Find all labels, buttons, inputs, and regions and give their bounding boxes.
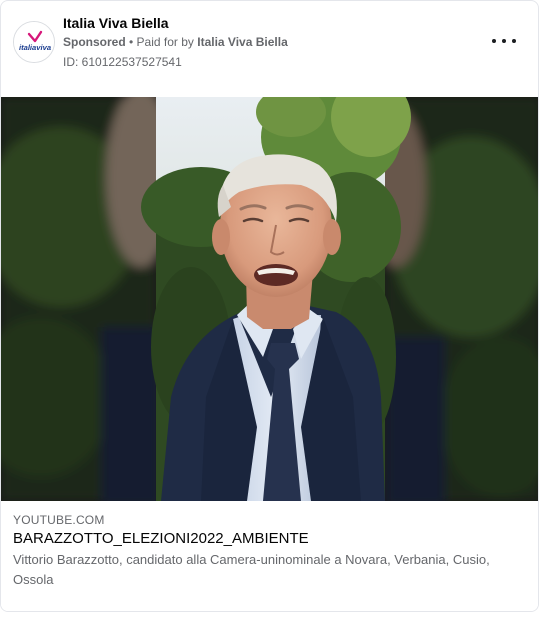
ad-header: italiaviva Italia Viva Biella Sponsored … [1,1,538,97]
link-preview[interactable]: YOUTUBE.COM BARAZZOTTO_ELEZIONI2022_AMBI… [1,501,538,611]
link-description: Vittorio Barazzotto, candidato alla Came… [13,552,490,587]
paid-for-name[interactable]: Italia Viva Biella [197,35,288,49]
ad-card: italiaviva Italia Viva Biella Sponsored … [0,0,539,612]
page-avatar[interactable]: italiaviva [13,21,55,63]
paid-for-prefix: Paid for by [136,35,198,49]
sponsored-label: Sponsored [63,35,126,49]
italia-viva-logo: italiaviva [14,22,54,62]
link-domain: YOUTUBE.COM [13,513,105,527]
more-options-icon[interactable] [492,31,516,51]
meta-separator: • [125,35,137,49]
video-frame [1,97,538,501]
logo-wordmark: italiaviva [19,43,51,52]
center-video-frame [141,97,411,501]
page-name[interactable]: Italia Viva Biella [63,15,169,31]
ad-id: ID: 610122537527541 [63,55,182,69]
video-thumbnail[interactable] [1,97,538,501]
sponsored-meta: Sponsored • Paid for by Italia Viva Biel… [63,35,288,49]
link-title[interactable]: BARAZZOTTO_ELEZIONI2022_AMBIENTE [13,530,309,547]
